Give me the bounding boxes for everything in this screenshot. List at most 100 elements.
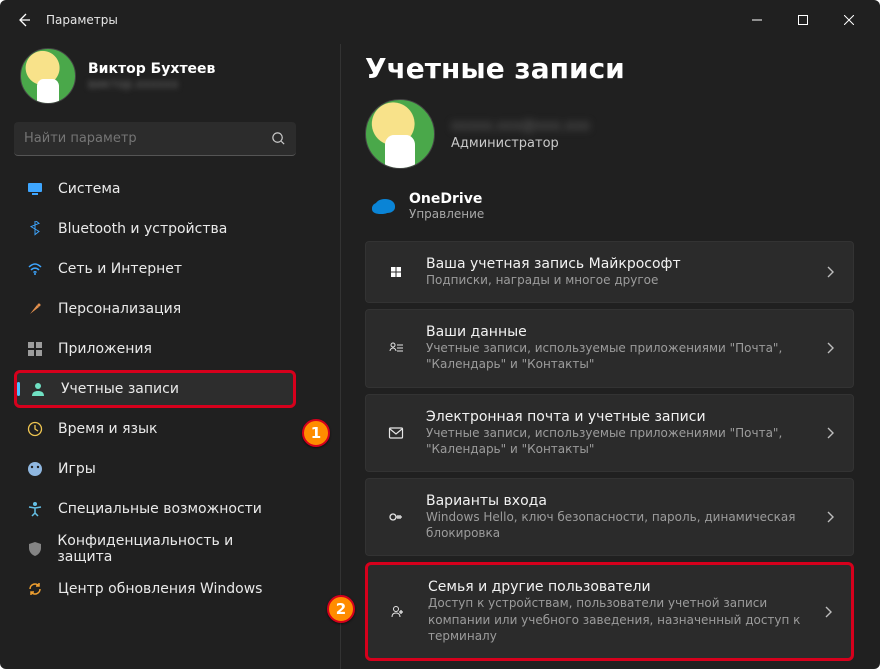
ms-icon xyxy=(388,264,404,280)
sidebar-item-bluetooth[interactable]: Bluetooth и устройства xyxy=(14,210,296,248)
sidebar-item-label: Центр обновления Windows xyxy=(58,581,262,597)
search-box[interactable] xyxy=(14,122,296,156)
minimize-button[interactable] xyxy=(734,4,780,36)
sidebar-item-label: Время и язык xyxy=(58,421,157,437)
brush-icon xyxy=(27,301,43,317)
card-subtitle: Доступ к устройствам, пользователи учетн… xyxy=(428,595,805,644)
nav-icon xyxy=(26,340,44,358)
annotation-badge-1: 1 xyxy=(302,419,330,447)
profile-email: виктор.хххххх xyxy=(88,77,215,91)
maximize-icon xyxy=(798,15,808,25)
sidebar-item-game[interactable]: Игры xyxy=(14,450,296,488)
game-icon xyxy=(27,461,43,477)
nav-icon xyxy=(26,420,44,438)
nav-icon xyxy=(26,540,43,558)
app-title: Параметры xyxy=(46,13,118,27)
nav-icon xyxy=(26,500,44,518)
card-icon xyxy=(384,340,408,356)
card-icon xyxy=(384,509,408,525)
nav-icon xyxy=(26,580,44,598)
account-header: ххххх.ххх@ххх.ххх Администратор xyxy=(365,99,854,169)
onedrive-sub: Управление xyxy=(409,207,484,221)
nav-icon xyxy=(26,460,44,478)
settings-card-family[interactable]: Семья и другие пользователи Доступ к уст… xyxy=(365,562,854,661)
onedrive-title: OneDrive xyxy=(409,191,484,207)
person-icon xyxy=(30,381,46,397)
main-panel: Учетные записи ххххх.ххх@ххх.ххх Админис… xyxy=(310,40,880,669)
sidebar-item-apps[interactable]: Приложения xyxy=(14,330,296,368)
shield-icon xyxy=(27,541,43,557)
avatar-large xyxy=(365,99,435,169)
search-input[interactable] xyxy=(24,131,271,146)
card-icon xyxy=(384,425,408,441)
settings-card-mail[interactable]: Электронная почта и учетные записи Учетн… xyxy=(365,394,854,472)
nav-icon xyxy=(26,180,44,198)
sidebar-item-label: Конфиденциальность и защита xyxy=(57,533,284,565)
sidebar-item-monitor[interactable]: Система xyxy=(14,170,296,208)
card-icon xyxy=(384,264,408,280)
accessibility-icon xyxy=(27,501,43,517)
account-role: Администратор xyxy=(451,136,590,151)
nav-icon xyxy=(26,220,44,238)
sidebar-item-wifi[interactable]: Сеть и Интернет xyxy=(14,250,296,288)
card-subtitle: Подписки, награды и многое другое xyxy=(426,272,807,288)
onedrive-icon xyxy=(375,199,395,213)
card-title: Ваши данные xyxy=(426,324,807,340)
card-subtitle: Windows Hello, ключ безопасности, пароль… xyxy=(426,509,807,541)
sidebar-item-label: Приложения xyxy=(58,341,152,357)
titlebar: Параметры xyxy=(0,0,880,40)
chevron-right-icon xyxy=(825,510,835,524)
mail-icon xyxy=(388,425,404,441)
chevron-right-icon xyxy=(825,341,835,355)
apps-icon xyxy=(27,341,43,357)
sidebar-item-shield[interactable]: Конфиденциальность и защита xyxy=(14,530,296,568)
chevron-right-icon xyxy=(823,605,833,619)
sidebar-item-brush[interactable]: Персонализация xyxy=(14,290,296,328)
card-title: Варианты входа xyxy=(426,493,807,509)
settings-card-ms[interactable]: Ваша учетная запись Майкрософт Подписки,… xyxy=(365,241,854,303)
family-icon xyxy=(390,604,406,620)
profile-name: Виктор Бухтеев xyxy=(88,61,215,77)
minimize-icon xyxy=(752,15,762,25)
chevron-right-icon xyxy=(825,265,835,279)
sidebar-item-label: Bluetooth и устройства xyxy=(58,221,227,237)
chevron-right-icon xyxy=(825,426,835,440)
card-subtitle: Учетные записи, используемые приложениям… xyxy=(426,425,807,457)
card-title: Ваша учетная запись Майкрософт xyxy=(426,256,807,272)
settings-card-key[interactable]: Варианты входа Windows Hello, ключ безоп… xyxy=(365,478,854,556)
close-icon xyxy=(844,15,854,25)
close-button[interactable] xyxy=(826,4,872,36)
sidebar-item-clock[interactable]: Время и язык xyxy=(14,410,296,448)
arrow-left-icon xyxy=(16,12,32,28)
key-icon xyxy=(388,509,404,525)
page-title: Учетные записи xyxy=(365,52,854,85)
settings-card-data[interactable]: Ваши данные Учетные записи, используемые… xyxy=(365,309,854,387)
onedrive-row[interactable]: OneDrive Управление xyxy=(365,187,854,241)
nav-icon xyxy=(29,380,47,398)
clock-icon xyxy=(27,421,43,437)
annotation-badge-2: 2 xyxy=(327,595,355,623)
search-icon xyxy=(271,131,286,146)
maximize-button[interactable] xyxy=(780,4,826,36)
sidebar-item-label: Специальные возможности xyxy=(58,501,262,517)
sidebar-item-person[interactable]: Учетные записи xyxy=(14,370,296,408)
nav-list: Система Bluetooth и устройства Сеть и Инте… xyxy=(14,170,296,608)
sidebar: Виктор Бухтеев виктор.хххххх Система Blue… xyxy=(0,40,310,669)
card-icon xyxy=(386,604,410,620)
sidebar-item-label: Система xyxy=(58,181,120,197)
card-subtitle: Учетные записи, используемые приложениям… xyxy=(426,340,807,372)
sidebar-item-label: Сеть и Интернет xyxy=(58,261,182,277)
card-title: Семья и другие пользователи xyxy=(428,579,805,595)
sidebar-item-label: Персонализация xyxy=(58,301,181,317)
back-button[interactable] xyxy=(8,4,40,36)
nav-icon xyxy=(26,260,44,278)
sidebar-item-accessibility[interactable]: Специальные возможности xyxy=(14,490,296,528)
data-icon xyxy=(388,340,404,356)
sidebar-profile[interactable]: Виктор Бухтеев виктор.хххххх xyxy=(14,40,296,122)
nav-icon xyxy=(26,300,44,318)
avatar xyxy=(20,48,76,104)
sidebar-item-label: Игры xyxy=(58,461,96,477)
wifi-icon xyxy=(27,261,43,277)
sidebar-item-update[interactable]: Центр обновления Windows xyxy=(14,570,296,608)
update-icon xyxy=(27,581,43,597)
